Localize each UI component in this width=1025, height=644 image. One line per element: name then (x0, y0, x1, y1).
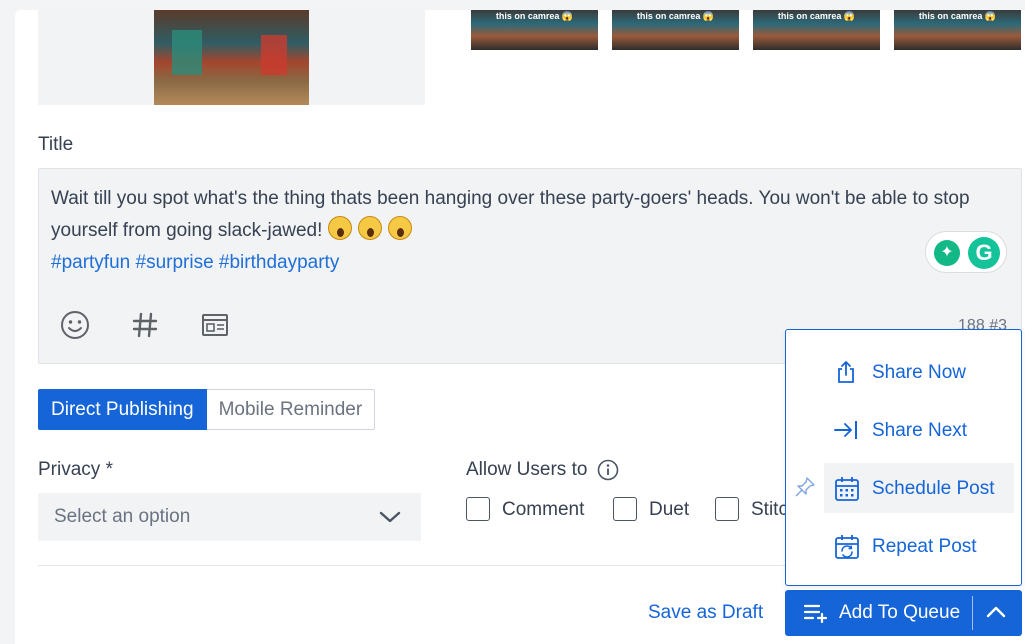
video-frame[interactable]: this on camrea 😱 (471, 10, 598, 50)
menu-item-label: Repeat Post (872, 536, 977, 557)
frame-caption: this on camrea 😱 (918, 11, 997, 21)
lightbulb-icon[interactable]: ✦ (934, 240, 960, 266)
grammarly-icon[interactable]: G (968, 237, 1000, 269)
media-thumbnail-image (154, 10, 309, 105)
checkbox-box[interactable] (715, 497, 739, 521)
caption-text[interactable]: Wait till you spot what's the thing that… (51, 183, 1016, 279)
emoji-icon[interactable] (59, 309, 91, 346)
menu-item-label: Share Now (872, 362, 966, 383)
menu-item-repeat-post[interactable]: Repeat Post (824, 521, 1014, 571)
chevron-down-icon (379, 509, 401, 530)
calendar-repeat-icon (834, 534, 860, 565)
calendar-icon (834, 476, 860, 507)
scream-emoji-icon (327, 216, 352, 240)
button-separator (972, 596, 973, 630)
save-as-draft-link[interactable]: Save as Draft (648, 602, 763, 624)
scream-emoji-icon (387, 216, 412, 240)
menu-item-share-next[interactable]: Share Next (824, 405, 1014, 455)
frame-caption: this on camrea 😱 (495, 11, 574, 21)
menu-item-share-now[interactable]: Share Now (824, 347, 1014, 397)
checkbox-box[interactable] (613, 497, 637, 521)
pin-icon[interactable] (794, 476, 816, 503)
caption-hashtags: #partyfun #surprise #birthdayparty (51, 252, 340, 273)
menu-item-label: Share Next (872, 420, 968, 441)
arrow-to-end-icon (834, 418, 860, 447)
caption-line: Wait till you spot what's the thing that… (51, 188, 970, 241)
scream-emoji-icon (357, 216, 382, 240)
allow-users-label: Allow Users to (466, 459, 588, 480)
divider (38, 565, 788, 566)
queue-add-icon (803, 603, 829, 628)
checkbox-label: Duet (649, 499, 690, 520)
menu-item-label: Schedule Post (872, 478, 995, 499)
video-frame[interactable]: this on camrea 😱 (894, 10, 1021, 50)
add-to-queue-label: Add To Queue (839, 602, 961, 623)
chevron-up-icon[interactable] (985, 604, 1007, 625)
menu-item-schedule-post[interactable]: Schedule Post (824, 463, 1014, 513)
tab-direct-publishing[interactable]: Direct Publishing (38, 389, 207, 430)
frame-caption: this on camrea 😱 (636, 11, 715, 21)
add-to-queue-button[interactable]: Add To Queue (785, 590, 1022, 636)
media-preview[interactable] (38, 10, 425, 105)
tab-mobile-reminder[interactable]: Mobile Reminder (206, 389, 376, 430)
hashtag-icon[interactable] (129, 309, 161, 346)
frame-caption: this on camrea 😱 (777, 11, 856, 21)
video-frame[interactable]: this on camrea 😱 (753, 10, 880, 50)
publish-mode-tabs: Direct Publishing Mobile Reminder (38, 389, 376, 430)
video-frame[interactable]: this on camrea 😱 (612, 10, 739, 50)
queue-options-menu: Share Now Share Next Schedule Post Repea… (785, 329, 1022, 586)
checkbox-box[interactable] (466, 497, 490, 521)
checkbox-label: Comment (502, 499, 585, 520)
privacy-select[interactable]: Select an option (38, 493, 421, 541)
privacy-label: Privacy * (38, 459, 113, 480)
share-icon (834, 360, 858, 389)
privacy-select-value: Select an option (54, 506, 191, 527)
info-icon[interactable] (597, 459, 619, 486)
grammarly-widget[interactable]: ✦ G (925, 231, 1007, 273)
title-label: Title (38, 134, 74, 155)
template-icon[interactable] (199, 309, 231, 346)
